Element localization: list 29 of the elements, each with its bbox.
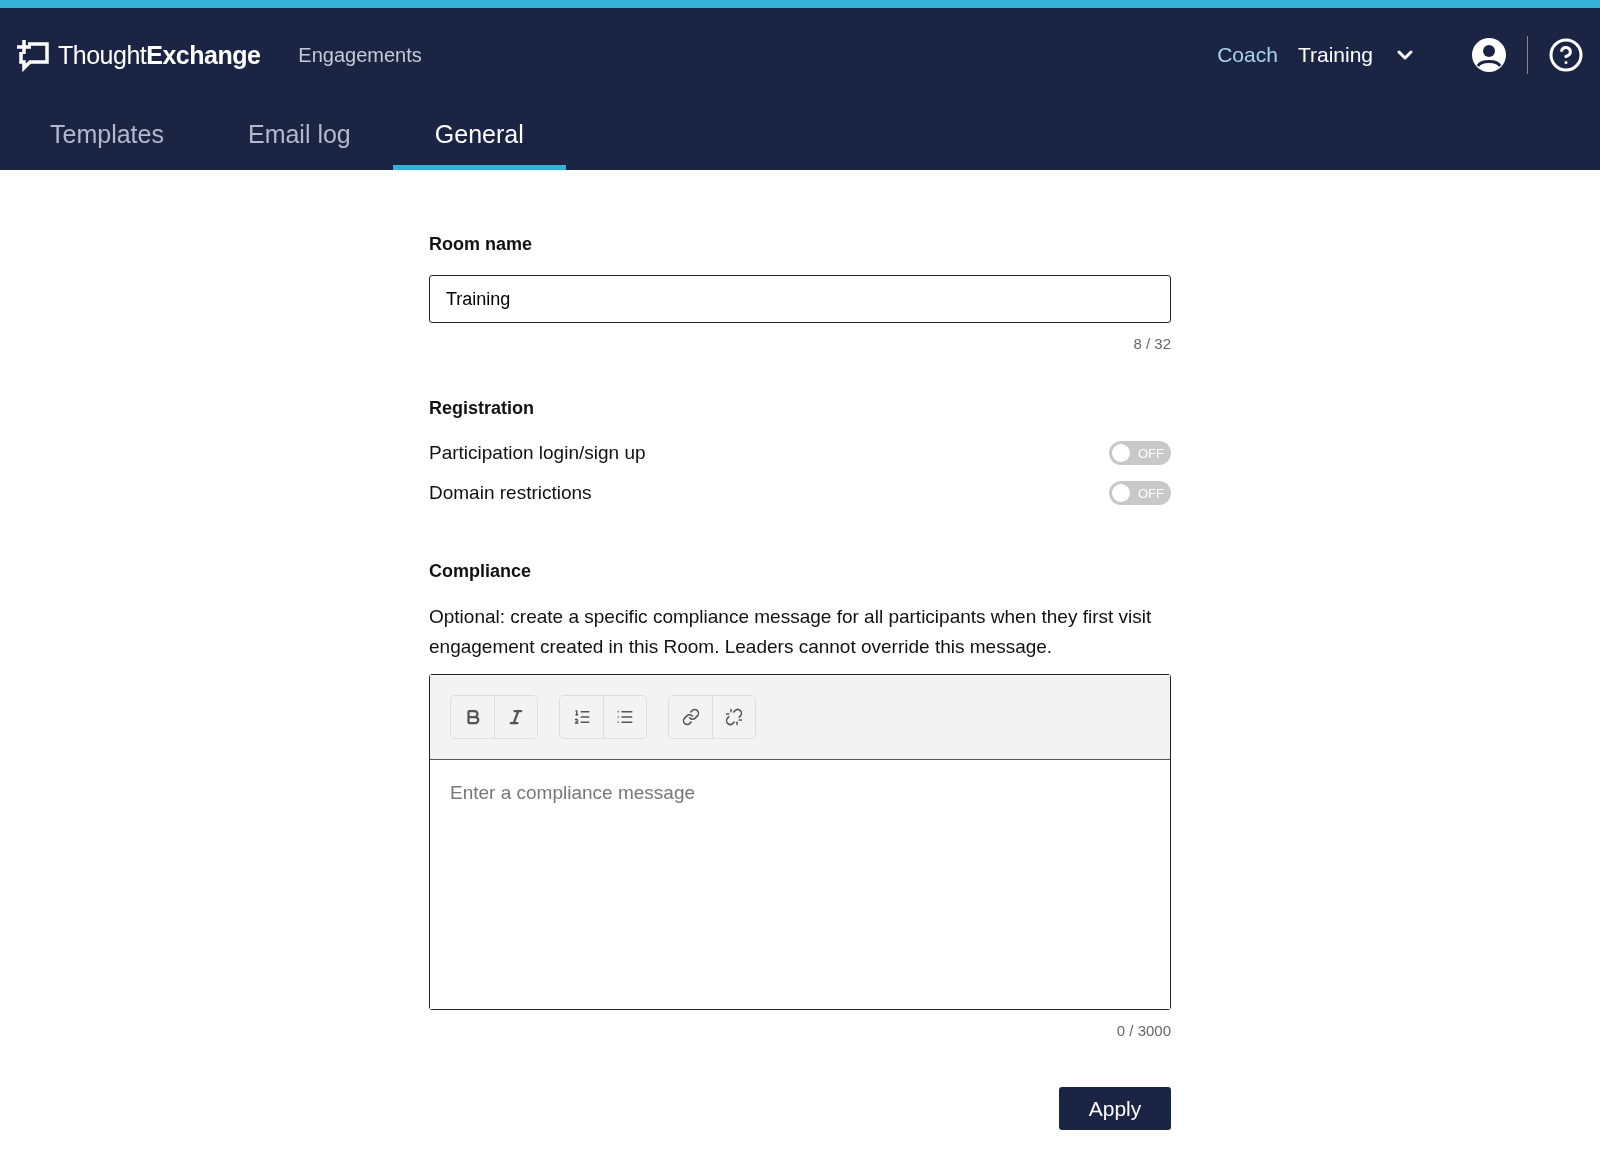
coach-link[interactable]: Coach [1217,43,1278,67]
setting-label: Domain restrictions [429,482,592,504]
italic-button[interactable] [494,696,537,738]
unlink-icon [725,708,743,726]
section-title: Registration [429,398,535,419]
character-counter: 0 / 3000 [1116,1022,1171,1039]
setting-label: Participation login/sign up [429,442,646,464]
tab[interactable]: Email log [205,110,393,170]
numbered-list-icon [572,708,591,726]
bullet-list-button[interactable] [603,696,646,738]
room-dropdown[interactable]: Training [1297,43,1417,67]
help-icon[interactable] [1548,37,1584,73]
italic-icon [507,708,525,726]
tab[interactable]: Templates [8,110,206,170]
section-title: Compliance [429,561,533,582]
rich-text-editor[interactable]: Enter a compliance message [429,674,1171,1010]
link-icon [681,708,700,726]
tab[interactable]: General [392,110,566,170]
apply-button[interactable]: Apply [1059,1087,1171,1130]
room-name-input[interactable]: Training [429,275,1171,323]
user-avatar-icon[interactable] [1471,37,1507,73]
brand-name[interactable]: ThoughtExchange [58,40,261,70]
unlink-button[interactable] [712,696,755,738]
description-text: Optional: create a specific compliance message for all participants when they first visit engagement created in this Room. Leaders cannot override this message. [429,605,1153,659]
bullet-list-icon [616,708,634,726]
field-label: Room name [429,234,534,255]
logo-icon [16,38,50,72]
character-counter: 8 / 32 [1133,335,1171,352]
engagements-link[interactable]: Engagements [298,43,422,67]
